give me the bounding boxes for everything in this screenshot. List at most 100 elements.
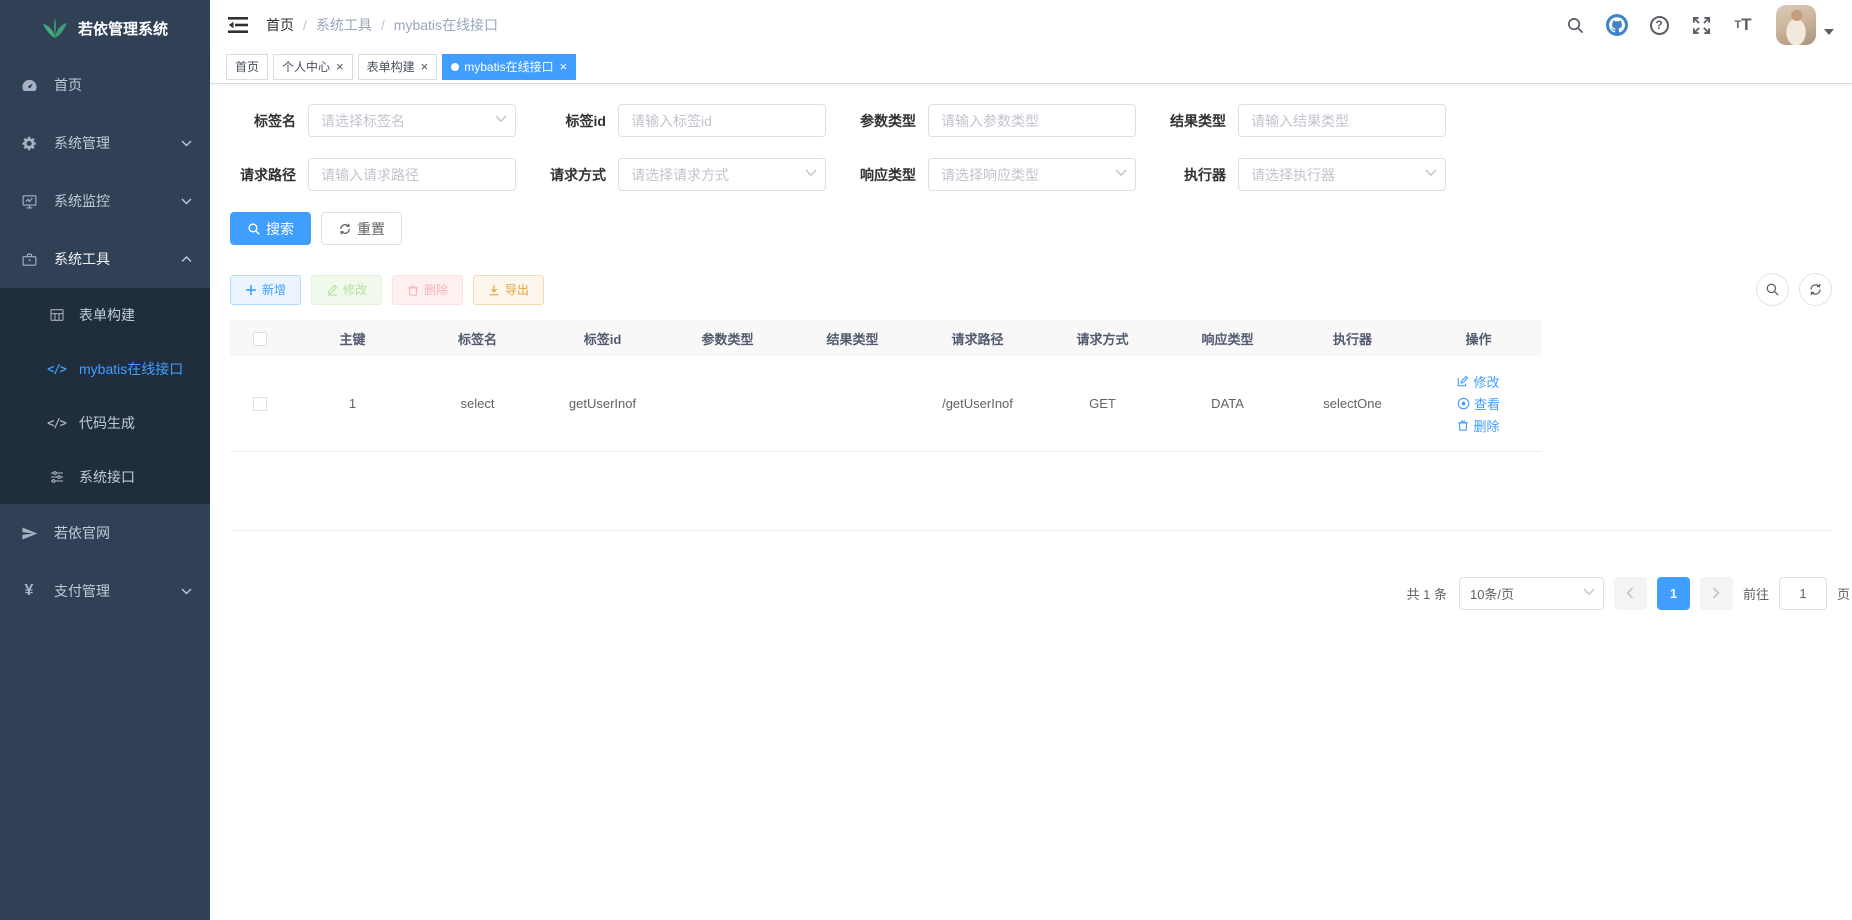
font-size-icon[interactable]: TT bbox=[1724, 5, 1762, 45]
close-icon[interactable]: × bbox=[560, 60, 568, 73]
sidebar-item-label: 系统工具 bbox=[54, 249, 181, 269]
search-actions: 搜索 重置 bbox=[230, 212, 1832, 245]
tab-label: mybatis在线接口 bbox=[464, 58, 553, 75]
sidebar-item-payment-manage[interactable]: ¥ 支付管理 bbox=[0, 562, 210, 620]
filter-label: 标签名 bbox=[230, 111, 296, 131]
table-toolbar: 新增 修改 删除 导出 bbox=[230, 273, 1832, 306]
close-icon[interactable]: × bbox=[336, 60, 344, 73]
result-type-input[interactable] bbox=[1238, 104, 1446, 137]
sidebar-item-system-manage[interactable]: 系统管理 bbox=[0, 114, 210, 172]
tab-profile[interactable]: 个人中心 × bbox=[273, 54, 353, 80]
sidebar-item-system-monitor[interactable]: 系统监控 bbox=[0, 172, 210, 230]
table-row: 1 select getUserInof /getUserInof GET DA… bbox=[230, 356, 1542, 451]
cell-result-type bbox=[790, 356, 915, 451]
column-header: 请求方式 bbox=[1040, 320, 1165, 356]
search-button[interactable]: 搜索 bbox=[230, 212, 311, 245]
delete-button[interactable]: 删除 bbox=[392, 275, 463, 305]
sidebar-item-form-builder[interactable]: 表单构建 bbox=[0, 288, 210, 342]
chevron-down-icon bbox=[181, 140, 192, 147]
sidebar-toggle-icon[interactable] bbox=[226, 13, 250, 37]
request-path-field[interactable] bbox=[308, 158, 516, 191]
response-type-select[interactable] bbox=[928, 158, 1136, 191]
user-menu[interactable] bbox=[1776, 5, 1838, 45]
response-type-select-input[interactable] bbox=[928, 158, 1136, 191]
row-edit-link[interactable]: 修改 bbox=[1457, 372, 1499, 391]
filter-field-request-method: 请求方式 bbox=[540, 158, 826, 191]
tab-label: 首页 bbox=[235, 58, 259, 75]
tab-form-builder[interactable]: 表单构建 × bbox=[358, 54, 438, 80]
breadcrumb-current: mybatis在线接口 bbox=[394, 15, 498, 35]
request-method-select[interactable] bbox=[618, 158, 826, 191]
edit-button-label: 修改 bbox=[343, 281, 367, 298]
row-delete-link[interactable]: 删除 bbox=[1457, 416, 1499, 435]
table-header-row: 主键 标签名 标签id 参数类型 结果类型 请求路径 请求方式 响应类型 执行器… bbox=[230, 320, 1542, 356]
filter-label: 标签id bbox=[540, 111, 606, 131]
tab-mybatis-api[interactable]: mybatis在线接口 × bbox=[442, 54, 576, 80]
executor-select[interactable] bbox=[1238, 158, 1446, 191]
app-logo[interactable]: 若依管理系统 bbox=[0, 0, 210, 56]
avatar[interactable] bbox=[1776, 5, 1816, 45]
breadcrumb-separator: / bbox=[381, 17, 385, 33]
export-button[interactable]: 导出 bbox=[473, 275, 544, 305]
monitor-icon bbox=[20, 192, 38, 210]
page-size-select-input[interactable] bbox=[1459, 577, 1604, 610]
sidebar-item-official-site[interactable]: 若依官网 bbox=[0, 504, 210, 562]
tab-label: 表单构建 bbox=[367, 58, 415, 75]
tab-home[interactable]: 首页 bbox=[226, 54, 268, 80]
sidebar-item-code-gen[interactable]: </> 代码生成 bbox=[0, 396, 210, 450]
request-path-input[interactable] bbox=[308, 158, 516, 191]
goto-page-input[interactable] bbox=[1779, 577, 1827, 610]
param-type-input[interactable] bbox=[928, 104, 1136, 137]
column-header: 响应类型 bbox=[1165, 320, 1290, 356]
tag-id-field[interactable] bbox=[618, 104, 826, 137]
tag-id-input[interactable] bbox=[618, 104, 826, 137]
prev-page-button[interactable] bbox=[1614, 577, 1647, 610]
tag-name-select-input[interactable] bbox=[308, 104, 516, 137]
close-icon[interactable]: × bbox=[421, 60, 429, 73]
github-icon[interactable] bbox=[1598, 5, 1636, 45]
export-button-label: 导出 bbox=[505, 281, 529, 298]
code-icon: </> bbox=[48, 361, 65, 378]
row-view-link[interactable]: 查看 bbox=[1457, 394, 1500, 413]
breadcrumb-separator: / bbox=[303, 17, 307, 33]
edit-button[interactable]: 修改 bbox=[311, 275, 382, 305]
delete-button-label: 删除 bbox=[424, 281, 448, 298]
param-type-field[interactable] bbox=[928, 104, 1136, 137]
row-delete-label: 删除 bbox=[1473, 416, 1499, 435]
sidebar-item-system-api[interactable]: 系统接口 bbox=[0, 450, 210, 504]
page-number-button[interactable]: 1 bbox=[1657, 577, 1690, 610]
search-icon[interactable] bbox=[1556, 5, 1594, 45]
sidebar-item-home[interactable]: 首页 bbox=[0, 56, 210, 114]
add-button[interactable]: 新增 bbox=[230, 275, 301, 305]
tag-name-select[interactable] bbox=[308, 104, 516, 137]
filter-field-result-type: 结果类型 bbox=[1160, 104, 1446, 137]
toggle-search-icon[interactable] bbox=[1756, 273, 1789, 306]
sidebar-item-label: 系统管理 bbox=[54, 133, 181, 153]
chevron-down-icon bbox=[181, 588, 192, 595]
reset-button[interactable]: 重置 bbox=[321, 212, 402, 245]
select-all-checkbox[interactable] bbox=[253, 332, 267, 346]
row-checkbox[interactable] bbox=[253, 397, 267, 411]
cell-param-type bbox=[665, 356, 790, 451]
cell-id: 1 bbox=[290, 356, 415, 451]
help-icon[interactable]: ? bbox=[1640, 5, 1678, 45]
next-page-button[interactable] bbox=[1700, 577, 1733, 610]
executor-select-input[interactable] bbox=[1238, 158, 1446, 191]
breadcrumb-home[interactable]: 首页 bbox=[266, 15, 294, 35]
app-title: 若依管理系统 bbox=[78, 18, 168, 39]
request-method-select-input[interactable] bbox=[618, 158, 826, 191]
sidebar-item-label: 若依官网 bbox=[54, 523, 192, 543]
sidebar-item-mybatis-api[interactable]: </> mybatis在线接口 bbox=[0, 342, 210, 396]
filter-label: 执行器 bbox=[1160, 165, 1226, 185]
filter-label: 请求方式 bbox=[540, 165, 606, 185]
sidebar-item-system-tools[interactable]: 系统工具 bbox=[0, 230, 210, 288]
fullscreen-icon[interactable] bbox=[1682, 5, 1720, 45]
refresh-table-icon[interactable] bbox=[1799, 273, 1832, 306]
result-type-field[interactable] bbox=[1238, 104, 1446, 137]
page-size-select[interactable] bbox=[1459, 577, 1604, 610]
filter-field-tag-id: 标签id bbox=[540, 104, 826, 137]
pagination: 共 1 条 1 前往 页 bbox=[230, 577, 1850, 610]
filter-field-response-type: 响应类型 bbox=[850, 158, 1136, 191]
trash-icon bbox=[1457, 419, 1469, 431]
filter-label: 参数类型 bbox=[850, 111, 916, 131]
